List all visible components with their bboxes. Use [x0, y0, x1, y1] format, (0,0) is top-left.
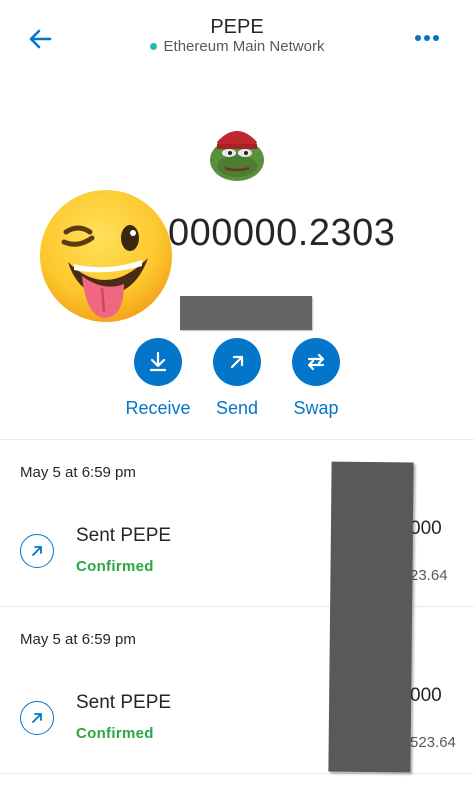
send-icon-circle — [213, 338, 261, 386]
transaction-date: May 5 at 6:59 pm — [20, 464, 136, 481]
network-status-dot — [149, 42, 157, 50]
divider — [0, 439, 474, 440]
sent-transaction-icon — [20, 701, 54, 735]
arrow-up-right-icon — [32, 713, 42, 723]
download-icon — [149, 351, 167, 372]
transaction-title: Sent PEPE — [76, 692, 172, 713]
swap-button[interactable]: Swap — [271, 338, 361, 419]
transaction-fiat-amount: 23.64 — [410, 567, 448, 584]
receive-label: Receive — [125, 398, 191, 418]
transaction-fiat-amount: 523.64 — [410, 734, 456, 751]
network-indicator[interactable]: Ethereum Main Network — [0, 38, 474, 55]
transaction-title: Sent PEPE — [76, 525, 172, 546]
transaction-amount: 000 — [410, 685, 442, 706]
more-options-button[interactable] — [410, 26, 444, 50]
transaction-amount: 000 — [410, 518, 442, 539]
receive-button[interactable]: Receive — [113, 338, 203, 419]
receive-icon-circle — [134, 338, 182, 386]
page-title: PEPE — [210, 16, 264, 38]
send-button[interactable]: Send — [192, 338, 282, 419]
swap-icon-circle — [292, 338, 340, 386]
redacted-fiat-balance — [180, 296, 312, 330]
swap-icon — [307, 353, 325, 371]
transaction-date: May 5 at 6:59 pm — [20, 631, 136, 648]
arrow-up-right-icon — [32, 546, 42, 556]
pepe-frog-icon — [210, 131, 264, 181]
winking-tongue-emoji-icon — [40, 190, 172, 322]
redacted-amounts-overlay — [328, 461, 414, 773]
divider — [0, 773, 474, 774]
arrow-up-right-icon — [230, 355, 244, 369]
winking-tongue-emoji — [38, 188, 174, 324]
token-balance: 000000.2303 — [168, 212, 396, 254]
network-name: Ethereum Main Network — [163, 38, 325, 55]
send-label: Send — [215, 398, 259, 418]
sent-transaction-icon — [20, 534, 54, 568]
swap-label: Swap — [293, 398, 339, 418]
transaction-status: Confirmed — [76, 725, 154, 742]
token-logo — [205, 120, 269, 184]
transaction-status: Confirmed — [76, 558, 154, 575]
more-horizontal-icon — [415, 35, 439, 41]
